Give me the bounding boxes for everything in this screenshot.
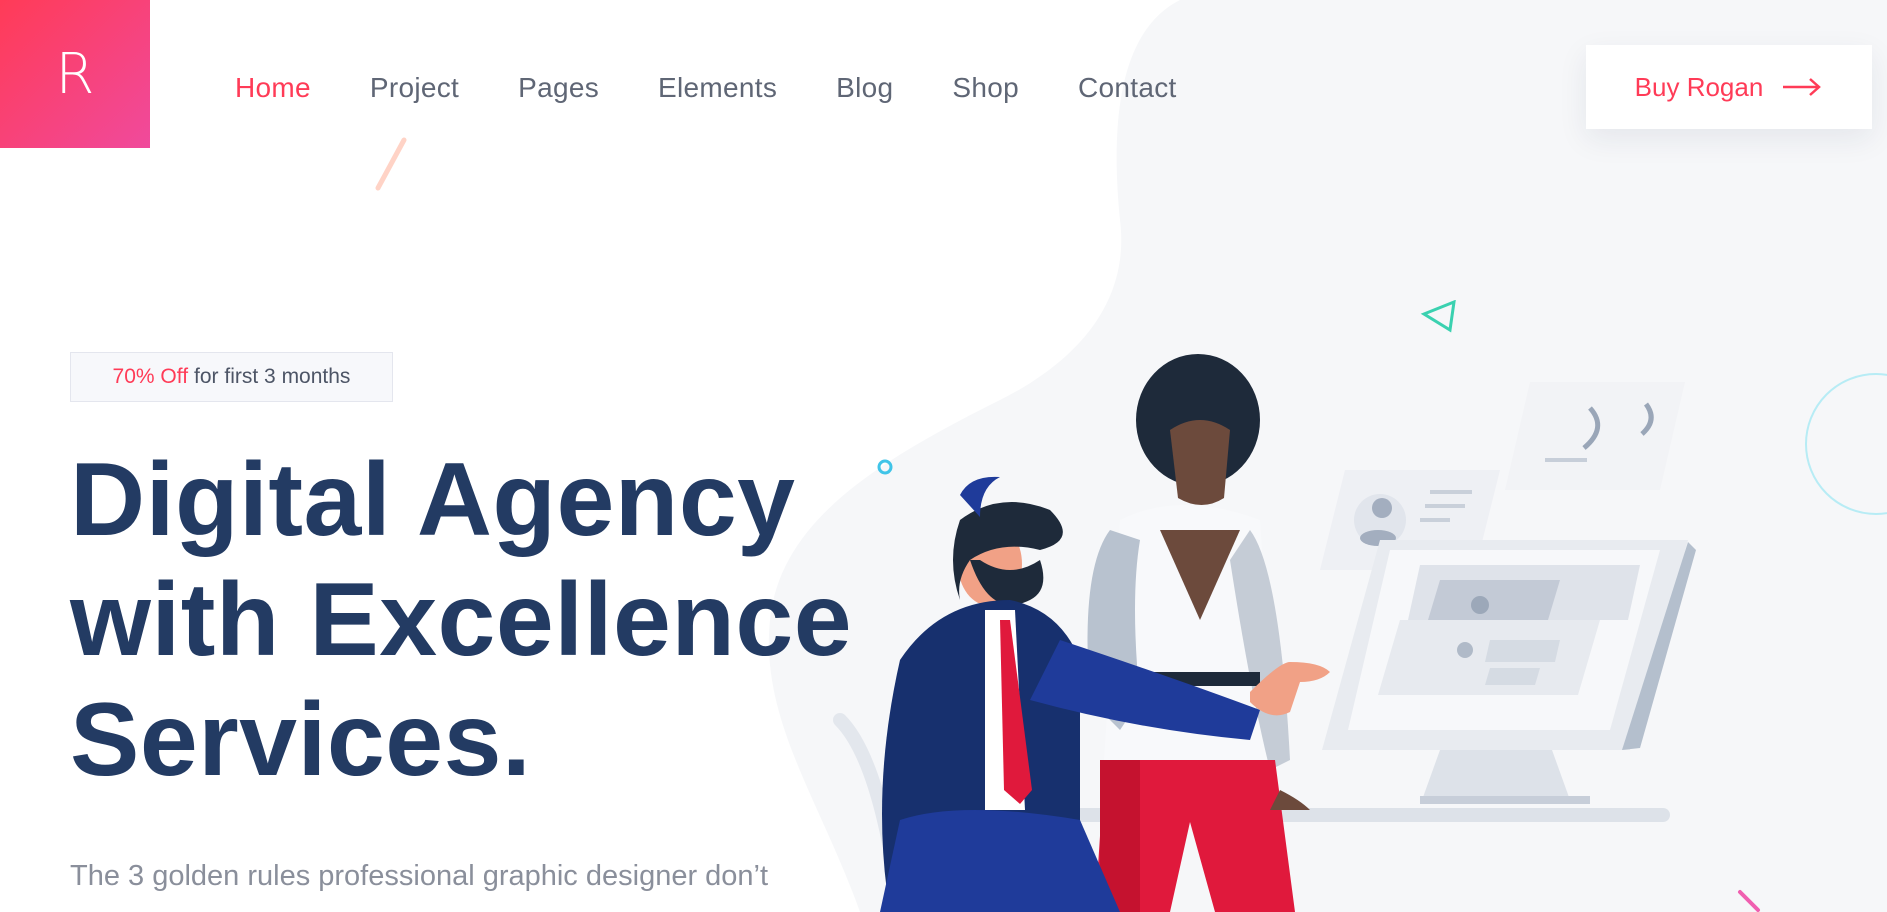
nav-item-home[interactable]: Home <box>235 70 311 106</box>
nav-item-blog[interactable]: Blog <box>836 70 893 106</box>
monitor <box>1322 540 1696 804</box>
hero-title-line-1: Digital Agency <box>70 442 796 558</box>
nav-item-pages[interactable]: Pages <box>518 70 599 106</box>
promo-badge: 70% Off for first 3 months <box>70 352 393 402</box>
promo-badge-text: for first 3 months <box>194 365 351 388</box>
hero-illustration <box>833 354 1696 912</box>
hero-title-line-3: Services. <box>70 682 532 798</box>
hero-title: Digital Agency with Excellence Services. <box>70 440 890 800</box>
nav-item-elements[interactable]: Elements <box>658 70 777 106</box>
logo[interactable]: R <box>0 0 150 148</box>
nav-item-project[interactable]: Project <box>370 70 459 106</box>
buy-rogan-button[interactable]: Buy Rogan <box>1586 45 1872 129</box>
floating-quote-card <box>1505 382 1685 490</box>
hero-title-line-2: with Excellence <box>70 562 853 678</box>
promo-badge-highlight: 70% Off <box>112 365 189 388</box>
nav-item-shop[interactable]: Shop <box>952 70 1019 106</box>
main-nav: Home Project Pages Elements Blog Shop Co… <box>235 70 1236 106</box>
logo-letter: R <box>55 41 95 107</box>
buy-button-label: Buy Rogan <box>1634 71 1764 102</box>
nav-item-contact[interactable]: Contact <box>1078 70 1177 106</box>
woman-figure <box>1087 354 1310 912</box>
arrow-right-icon <box>1781 77 1823 97</box>
decorative-line <box>375 137 407 191</box>
